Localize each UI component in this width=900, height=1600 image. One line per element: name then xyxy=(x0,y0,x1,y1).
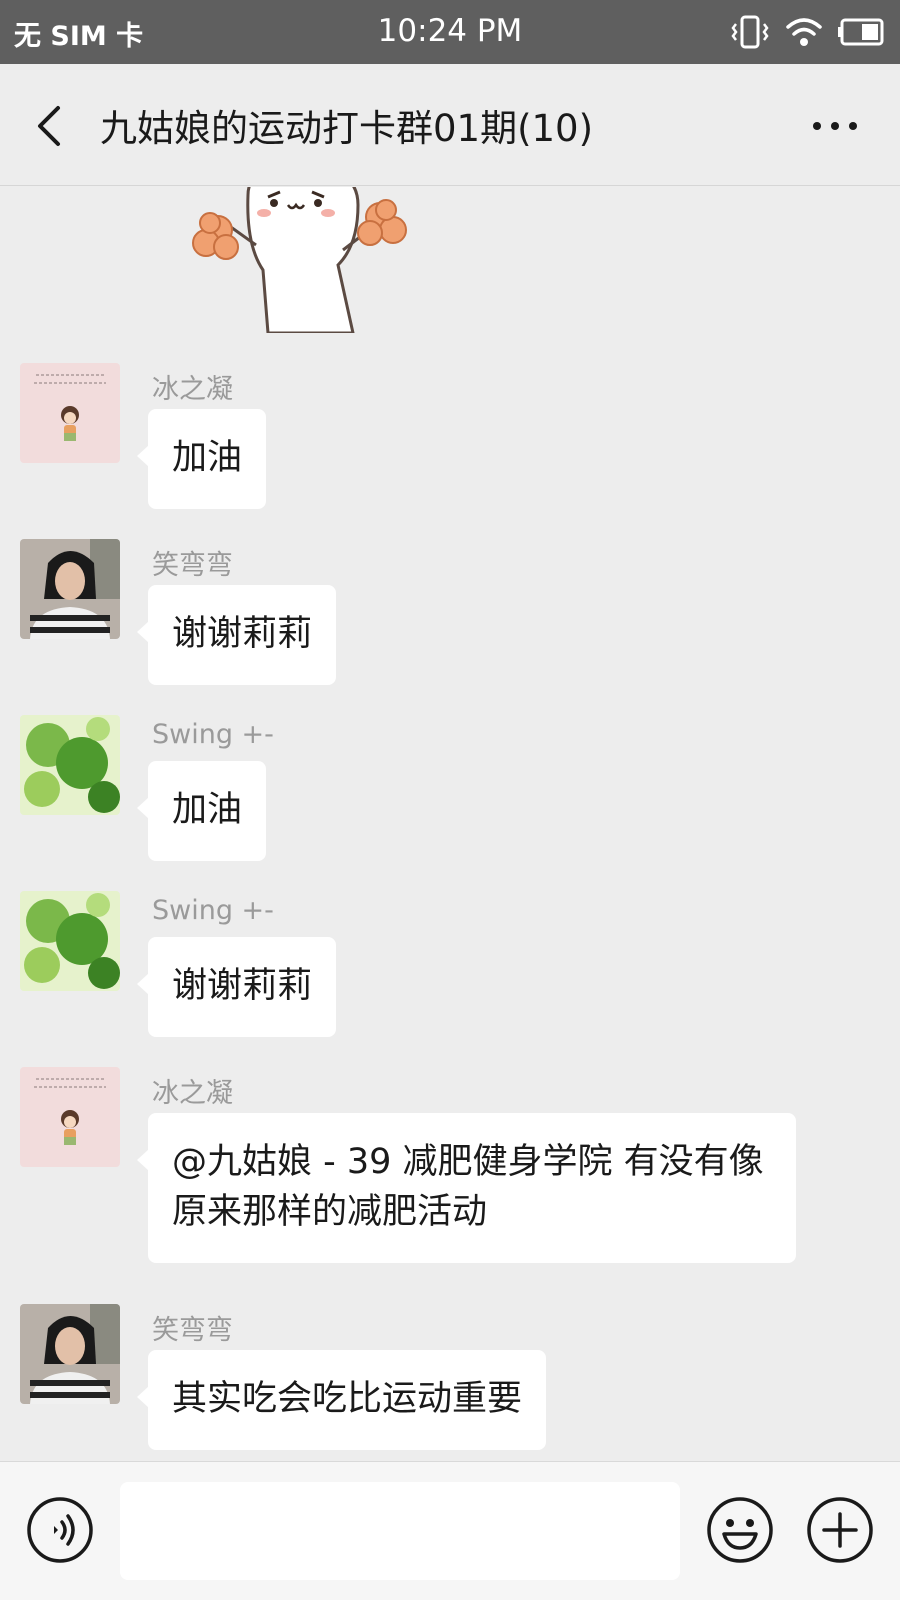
woman-photo-avatar xyxy=(20,1304,120,1404)
chat-title: 九姑娘的运动打卡群01期(10) xyxy=(100,107,594,150)
input-bar xyxy=(0,1461,900,1600)
message-bubble[interactable]: 加油 xyxy=(136,761,267,861)
message-list[interactable]: 冰之凝 加油 笑弯弯 谢谢莉莉 Swing +- 加油 Swing +- 谢谢莉… xyxy=(0,187,900,1461)
avatar[interactable] xyxy=(20,363,120,463)
status-icons xyxy=(730,12,888,52)
sender-name: 笑弯弯 xyxy=(152,550,233,581)
cheering-sticker-image[interactable] xyxy=(188,187,418,333)
status-bar: 无 SIM 卡 10:24 PM xyxy=(0,0,900,64)
green-leaves-avatar xyxy=(20,891,120,991)
cartoon-girl-avatar xyxy=(20,363,120,463)
avatar[interactable] xyxy=(20,1304,120,1404)
sender-name: 笑弯弯 xyxy=(152,1315,233,1346)
woman-photo-avatar xyxy=(20,539,120,639)
message-input[interactable] xyxy=(120,1482,680,1580)
chevron-left-icon[interactable] xyxy=(28,98,72,154)
avatar[interactable] xyxy=(20,891,120,991)
message-bubble[interactable]: 加油 xyxy=(136,409,267,509)
avatar[interactable] xyxy=(20,539,120,639)
avatar[interactable] xyxy=(20,1067,120,1167)
message-bubble[interactable]: 谢谢莉莉 xyxy=(136,937,337,1037)
wifi-icon xyxy=(786,18,822,46)
sender-name: Swing +- xyxy=(152,895,274,926)
voice-icon[interactable] xyxy=(26,1496,94,1564)
chat-header: 九姑娘的运动打卡群01期(10) xyxy=(0,64,900,186)
message-bubble[interactable]: 谢谢莉莉 xyxy=(136,585,337,685)
message-bubble[interactable]: @九姑娘 - 39 减肥健身学院 有没有像原来那样的减肥活动 xyxy=(137,1113,796,1263)
message-bubble[interactable]: 其实吃会吃比运动重要 xyxy=(136,1350,547,1450)
emoji-icon[interactable] xyxy=(706,1496,774,1564)
cartoon-girl-avatar xyxy=(20,1067,120,1167)
plus-icon[interactable] xyxy=(806,1496,874,1564)
more-dots-icon[interactable] xyxy=(810,116,860,136)
sender-name: Swing +- xyxy=(152,719,274,750)
green-leaves-avatar xyxy=(20,715,120,815)
battery-icon xyxy=(838,18,884,46)
vibrate-icon xyxy=(731,15,769,49)
sender-name: 冰之凝 xyxy=(152,1078,233,1109)
sender-name: 冰之凝 xyxy=(152,374,233,405)
avatar[interactable] xyxy=(20,715,120,815)
